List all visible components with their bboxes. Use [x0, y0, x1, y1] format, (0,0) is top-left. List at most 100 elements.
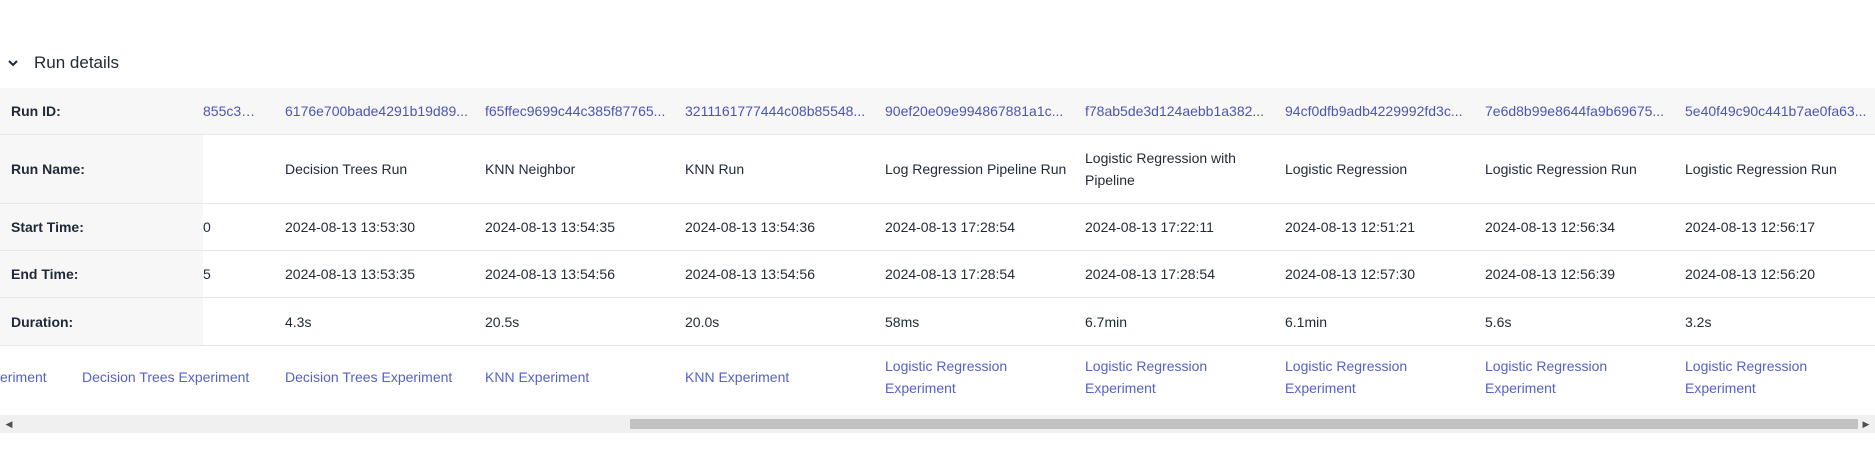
run-name-value-text: Decision Trees Run	[285, 161, 408, 177]
run-id-link[interactable]: f78ab5de3d124aebb1a382...	[1085, 88, 1285, 134]
end-time-value-text: 2024-08-13 17:28:54	[1085, 266, 1215, 282]
end-time-value-text: 2024-08-13 17:28:54	[885, 266, 1015, 282]
duration-value-text: 5.6s	[1485, 313, 1512, 330]
experiment-link-text[interactable]: KNN Experiment	[685, 366, 789, 388]
run-id-link-text[interactable]: 7e6d8b99e8644fa9b69675...	[1485, 100, 1664, 122]
start-time-value-text: 2024-08-13 12:56:34	[1485, 219, 1615, 235]
experiment-link-text[interactable]: Logistic Regression Experiment	[885, 355, 1077, 399]
experiment-link[interactable]: Logistic Regression Experiment	[1485, 346, 1685, 408]
experiment-link[interactable]: Logistic Regression Experiment	[1685, 346, 1875, 408]
duration-label: Duration:	[0, 298, 203, 346]
start-time-value: 2024-08-13 13:54:36	[685, 204, 885, 250]
end-time-value: 2024-08-13 17:28:54	[885, 251, 1085, 297]
end-time-value-text: 2024-08-13 12:57:30	[1285, 266, 1415, 282]
start-time-value: 2024-08-13 12:51:21	[1285, 204, 1485, 250]
end-time-row: 5 2024-08-13 13:53:35 2024-08-13 13:54:56…	[203, 251, 1875, 298]
run-name-value-text: KNN Run	[685, 161, 745, 177]
run-id-link[interactable]: f65ffec9699c44c385f87765...	[485, 88, 685, 134]
duration-row: 4.3s 20.5s 20.0s 58ms 6.7min 6.1min 5.6s 3.2s	[203, 298, 1875, 346]
run-id-link-text[interactable]: 90ef20e09e994867881a1c...	[885, 100, 1063, 122]
duration-value-text: 58ms	[885, 313, 920, 330]
experiment-link-partial[interactable]: eriment	[0, 346, 70, 408]
duration-value-text: 6.7min	[1085, 313, 1128, 330]
run-name-value: Decision Trees Run	[285, 135, 485, 203]
run-details-header[interactable]: Run details	[0, 48, 119, 78]
run-name-value: Logistic Regression Run	[1685, 135, 1875, 203]
experiment-link[interactable]: Logistic Regression Experiment	[885, 346, 1085, 408]
start-time-value-text: 2024-08-13 13:54:35	[485, 219, 615, 235]
section-title: Run details	[34, 53, 120, 72]
horizontal-scrollbar[interactable]: ◀ ▶	[0, 415, 1875, 433]
duration-value: 6.7min	[1085, 298, 1285, 345]
run-id-link-text[interactable]: 94cf0dfb9adb4229992fd3c...	[1285, 100, 1463, 122]
duration-value-text: 20.0s	[685, 313, 720, 330]
run-id-link-text[interactable]: f65ffec9699c44c385f87765...	[485, 100, 665, 122]
start-time-value-text: 2024-08-13 17:28:54	[885, 219, 1015, 235]
experiment-link[interactable]: Logistic Regression Experiment	[1285, 346, 1485, 408]
duration-value: 58ms	[885, 298, 1085, 345]
run-name-value: Logistic Regression	[1285, 135, 1485, 203]
end-time-value: 2024-08-13 17:28:54	[1085, 251, 1285, 297]
run-id-label: Run ID:	[0, 88, 203, 135]
start-time-value-text: 2024-08-13 13:54:36	[685, 219, 815, 235]
start-time-value-text: 2024-08-13 12:51:21	[1285, 219, 1415, 235]
start-time-value: 2024-08-13 17:28:54	[885, 204, 1085, 250]
run-name-value: Logistic Regression with Pipeline	[1085, 135, 1285, 203]
end-time-value-text: 2024-08-13 12:56:20	[1685, 266, 1815, 282]
run-name-value: KNN Run	[685, 135, 885, 203]
run-id-partial[interactable]: 855c3a...	[203, 88, 268, 134]
duration-value: 3.2s	[1685, 298, 1875, 345]
run-name-value: KNN Neighbor	[485, 135, 685, 203]
scroll-left-arrow-icon[interactable]: ◀	[2, 415, 16, 433]
duration-value: 20.0s	[685, 298, 885, 345]
run-id-link[interactable]: 7e6d8b99e8644fa9b69675...	[1485, 88, 1685, 134]
run-id-link[interactable]: 6176e700bade4291b19d89...	[285, 88, 485, 134]
experiment-link-text[interactable]: Logistic Regression Experiment	[1085, 355, 1277, 399]
end-time-value: 2024-08-13 12:57:30	[1285, 251, 1485, 297]
scroll-right-arrow-icon[interactable]: ▶	[1859, 415, 1873, 433]
experiment-link[interactable]: KNN Experiment	[485, 346, 685, 408]
experiment-row: eriment Decision Trees Experiment Decisi…	[0, 346, 1875, 408]
experiment-link-extra[interactable]: Decision Trees Experiment	[82, 346, 272, 408]
experiment-link[interactable]: Logistic Regression Experiment	[1085, 346, 1285, 408]
run-name-value-text: KNN Neighbor	[485, 161, 576, 177]
chevron-down-icon[interactable]	[0, 50, 26, 76]
experiment-link-text[interactable]: Logistic Regression Experiment	[1685, 355, 1875, 399]
run-id-link-text[interactable]: 3211161777444c08b85548...	[685, 100, 865, 122]
experiment-link-text[interactable]: Decision Trees Experiment	[285, 366, 452, 388]
run-id-link-text[interactable]: 6176e700bade4291b19d89...	[285, 100, 468, 122]
label-column: Run ID: Run Name: Start Time: End Time: …	[0, 88, 203, 346]
end-time-value: 2024-08-13 12:56:20	[1685, 251, 1875, 297]
experiment-link[interactable]: KNN Experiment	[685, 346, 885, 408]
duration-value: 5.6s	[1485, 298, 1685, 345]
end-time-value: 2024-08-13 12:56:39	[1485, 251, 1685, 297]
start-time-value-text: 2024-08-13 12:56:17	[1685, 219, 1815, 235]
experiment-link[interactable]: Decision Trees Experiment	[285, 346, 485, 408]
experiment-link-text[interactable]: KNN Experiment	[485, 366, 589, 388]
end-time-value: 2024-08-13 13:54:56	[685, 251, 885, 297]
run-name-label: Run Name:	[0, 135, 203, 204]
start-time-value: 2024-08-13 17:22:11	[1085, 204, 1285, 250]
run-id-link-text[interactable]: 5e40f49c90c441b7ae0fa63...	[1685, 100, 1866, 122]
end-time-value-text: 2024-08-13 12:56:39	[1485, 266, 1615, 282]
start-time-partial: 0	[203, 219, 211, 235]
run-id-link[interactable]: 90ef20e09e994867881a1c...	[885, 88, 1085, 134]
duration-value-text: 3.2s	[1685, 313, 1712, 330]
run-name-row: Decision Trees Run KNN Neighbor KNN Run Log…	[203, 135, 1875, 204]
experiment-link-text[interactable]: Logistic Regression Experiment	[1485, 355, 1677, 399]
experiment-link-text[interactable]: Logistic Regression Experiment	[1285, 355, 1477, 399]
run-id-link[interactable]: 5e40f49c90c441b7ae0fa63...	[1685, 88, 1875, 134]
run-id-row: 855c3a... 6176e700bade4291b19d89... f65ff…	[203, 88, 1875, 135]
scrollbar-thumb[interactable]	[630, 419, 1858, 429]
run-name-value-text: Logistic Regression Run	[1485, 161, 1637, 177]
run-id-link-text[interactable]: f78ab5de3d124aebb1a382...	[1085, 100, 1264, 122]
end-time-value: 2024-08-13 13:53:35	[285, 251, 485, 297]
duration-value-text: 20.5s	[485, 313, 520, 330]
run-details-table: Run ID: Run Name: Start Time: End Time: …	[0, 88, 1875, 416]
run-name-value-text: Logistic Regression with Pipeline	[1085, 150, 1236, 188]
run-id-link[interactable]: 94cf0dfb9adb4229992fd3c...	[1285, 88, 1485, 134]
end-time-value-text: 2024-08-13 13:53:35	[285, 266, 415, 282]
end-time-partial: 5	[203, 266, 211, 282]
run-name-value-text: Logistic Regression	[1285, 161, 1408, 177]
run-id-link[interactable]: 3211161777444c08b85548...	[685, 88, 885, 134]
